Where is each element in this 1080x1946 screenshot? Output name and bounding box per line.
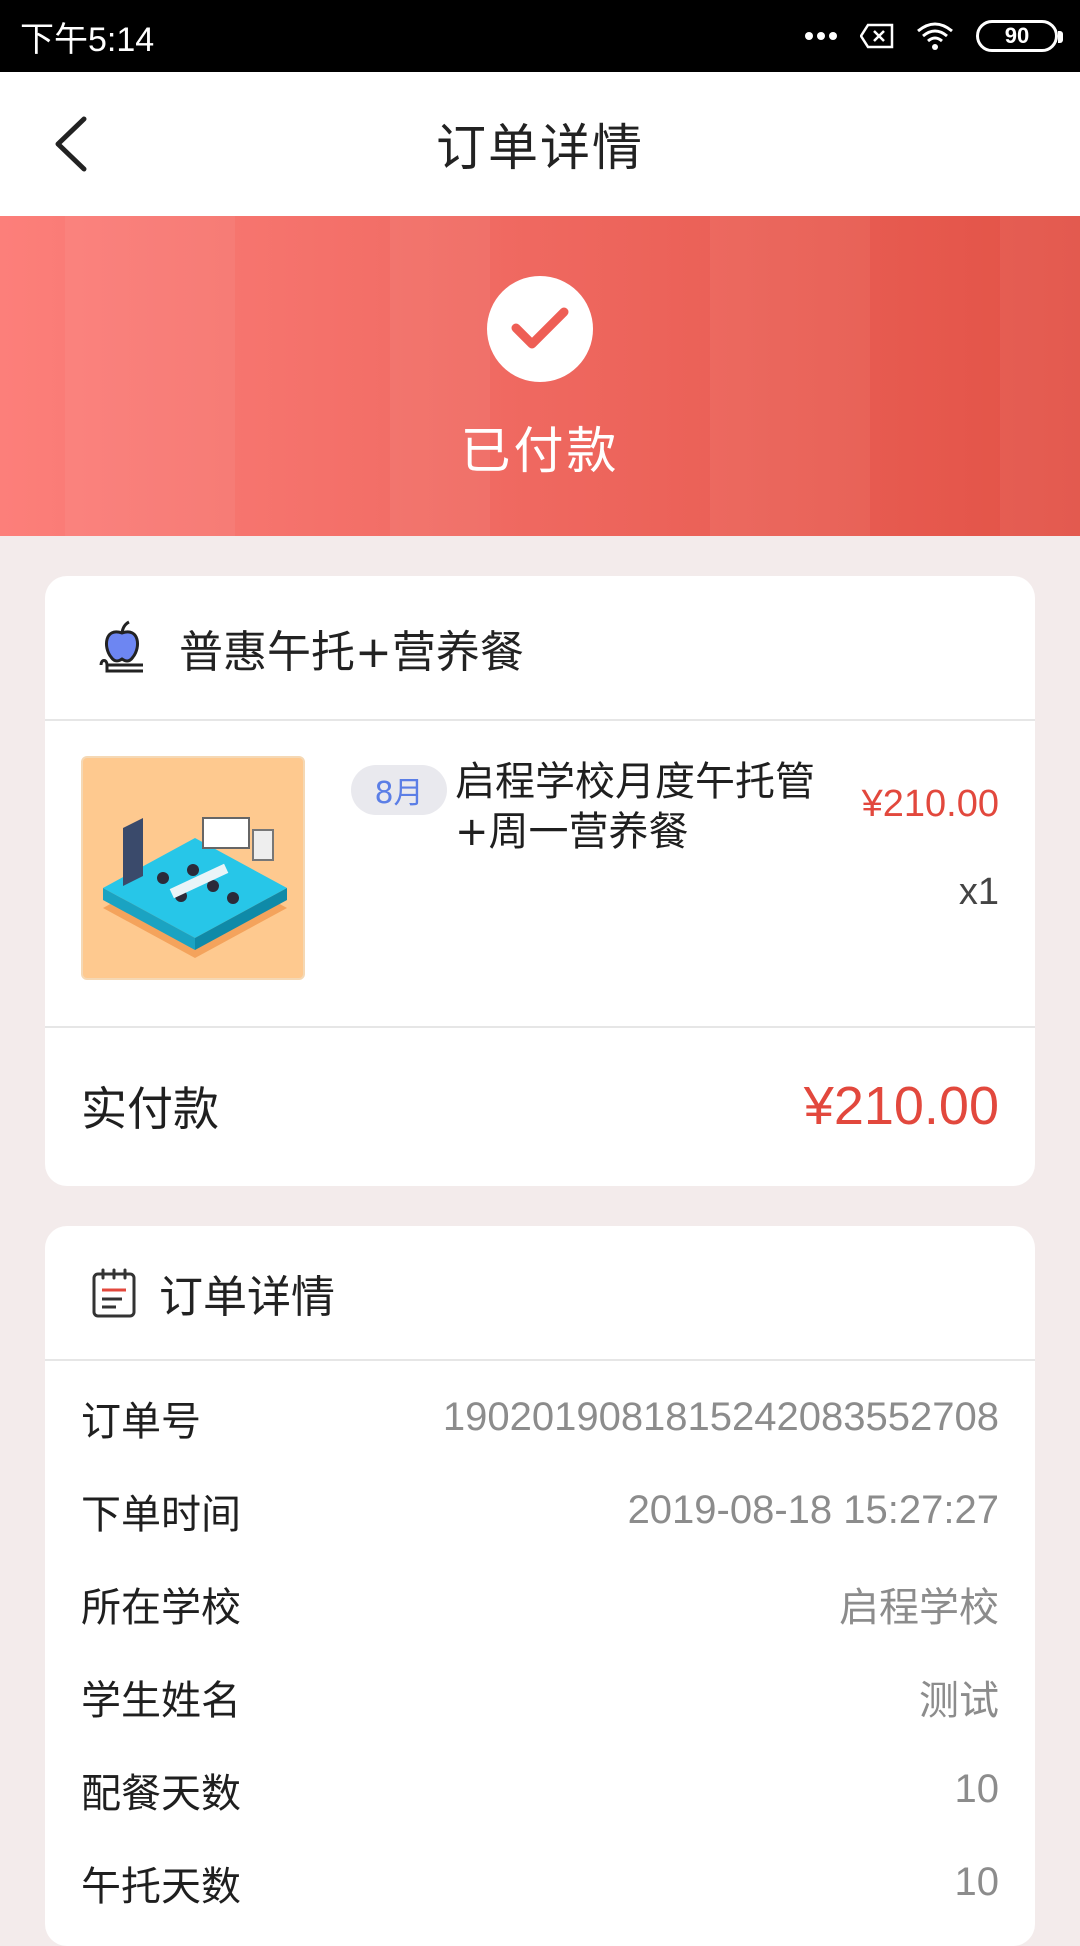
detail-value: 1902019081815242083552708: [442, 1395, 999, 1439]
detail-value: 10: [954, 1860, 1000, 1904]
month-tag: 8月: [351, 765, 447, 815]
detail-label: 下单时间: [81, 1491, 241, 1538]
order-details-list: 订单号 1902019081815242083552708 下单时间 2019-…: [45, 1371, 1035, 1929]
chevron-left-icon: [55, 116, 87, 172]
payment-status: 已付款: [460, 422, 620, 480]
detail-row-meal-days: 配餐天数 10: [81, 1743, 999, 1836]
battery-level: 90: [1004, 23, 1030, 48]
clipboard-icon: [92, 1268, 136, 1317]
detail-row-school: 所在学校 启程学校: [81, 1557, 999, 1650]
product-thumbnail: [81, 756, 305, 980]
detail-value: 启程学校: [839, 1585, 999, 1630]
detail-row-order-time: 下单时间 2019-08-18 15:27:27: [81, 1464, 999, 1557]
detail-label: 订单号: [81, 1398, 201, 1445]
detail-row-student-name: 学生姓名 测试: [81, 1650, 999, 1743]
detail-row-care-days: 午托天数 10: [81, 1836, 999, 1929]
order-category-header: 普惠午托+营养餐: [45, 576, 1035, 721]
check-circle-icon: [487, 276, 593, 382]
detail-label: 所在学校: [81, 1584, 241, 1631]
navigation-bar: 订单详情: [0, 72, 1080, 216]
detail-value: 测试: [919, 1678, 999, 1723]
order-details-card: 订单详情 订单号 1902019081815242083552708 下单时间 …: [45, 1226, 1035, 1946]
page-title: 订单详情: [436, 119, 644, 177]
paid-label: 实付款: [81, 1082, 219, 1136]
no-sim-icon: [860, 23, 894, 49]
product-price: ¥210.00: [861, 783, 999, 825]
order-card: 普惠午托+营养餐 8月 启程学校月度午托管+周一营养餐 ¥210.00 x1 实…: [45, 576, 1035, 1186]
apple-book-icon: [99, 620, 143, 672]
more-dots-icon: [805, 32, 837, 40]
detail-value: 2019-08-18 15:27:27: [627, 1488, 999, 1532]
detail-label: 学生姓名: [81, 1677, 241, 1724]
order-details-header: 订单详情: [45, 1226, 1035, 1361]
detail-label: 配餐天数: [81, 1770, 241, 1817]
product-item[interactable]: 8月 启程学校月度午托管+周一营养餐 ¥210.00 x1: [45, 721, 1035, 1028]
order-details-title: 订单详情: [159, 1271, 335, 1323]
detail-value: 10: [954, 1767, 1000, 1811]
battery-indicator: 90: [976, 20, 1063, 52]
back-button[interactable]: [40, 112, 100, 176]
paid-amount: ¥210.00: [803, 1076, 999, 1136]
detail-label: 午托天数: [81, 1863, 241, 1910]
status-icons: 90: [804, 20, 1063, 52]
product-name: 启程学校月度午托管+周一营养餐: [455, 759, 815, 855]
status-time: 下午5:14: [20, 20, 155, 59]
detail-row-order-number: 订单号 1902019081815242083552708: [81, 1371, 999, 1464]
status-bar: 下午5:14 90: [0, 0, 1080, 72]
payment-status-banner: 已付款: [0, 216, 1080, 536]
product-quantity: x1: [958, 871, 999, 913]
paid-amount-row: 实付款 ¥210.00: [45, 1028, 1035, 1184]
wifi-icon: [917, 22, 953, 50]
order-category: 普惠午托+营养餐: [179, 626, 524, 678]
